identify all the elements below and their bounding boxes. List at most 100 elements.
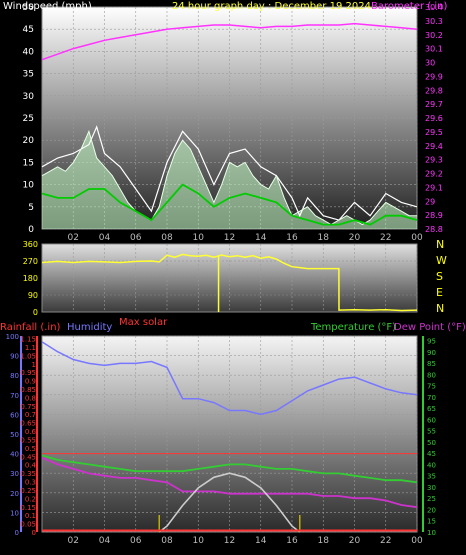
barometer-tick: 28.9 [425, 211, 443, 220]
temp-tick: 60 [427, 416, 436, 424]
rain-tick: 0.2 [25, 495, 36, 503]
wind-ylabel: Windspeed (mph) [3, 1, 92, 12]
rain-tick: 0.9 [25, 378, 36, 386]
rain-tick: 0.55 [20, 436, 36, 444]
temp-tick: 80 [427, 371, 436, 379]
barometer-tick: 29.1 [425, 183, 443, 192]
direction-y-tick: 360 [23, 240, 38, 249]
x-tick-label: 18 [318, 233, 330, 243]
wind-title: 24 hour graph day : December 19 2024 [172, 1, 371, 12]
x-tick-label: 12 [224, 536, 235, 546]
rain-tick: 0.35 [20, 470, 36, 478]
humidity-tick: 90 [10, 353, 19, 361]
rain-tick: 0 [32, 529, 36, 537]
barometer-tick: 30.1 [425, 45, 443, 54]
humidity-label: Humidity [67, 322, 112, 333]
x-tick-label: 16 [286, 536, 298, 546]
barometer-tick: 29 [425, 197, 435, 206]
wind-y-tick: 45 [23, 25, 34, 35]
temp-tick: 20 [427, 506, 436, 514]
barometer-tick: 29.6 [425, 114, 443, 123]
temperature-label: Temperature (°F) [310, 322, 396, 333]
compass-letter: W [436, 254, 447, 267]
compass-letter: S [436, 270, 443, 283]
temp-tick: 40 [427, 461, 436, 469]
rain-tick: 0.7 [25, 411, 36, 419]
barometer-tick: 29.8 [425, 86, 443, 95]
x-tick-label: 08 [161, 233, 173, 243]
humidity-tick: 10 [10, 509, 19, 517]
wind-y-tick: 35 [23, 70, 34, 80]
x-tick-label: 10 [193, 536, 205, 546]
compass-letter: N [436, 238, 444, 251]
temp-tick: 50 [427, 439, 436, 447]
rain-tick: 0.5 [25, 445, 36, 453]
x-tick-label: 04 [99, 536, 111, 546]
wind-y-tick: 20 [23, 136, 35, 146]
x-tick-label: 04 [99, 233, 111, 243]
wind-y-tick: 40 [23, 47, 35, 57]
rain-tick: 0.6 [25, 428, 37, 436]
wind-y-tick: 15 [23, 158, 34, 168]
humidity-tick: 60 [10, 411, 19, 419]
x-tick-label: 02 [68, 233, 79, 243]
wind-y-tick: 0 [28, 225, 34, 235]
x-tick-label: 20 [349, 536, 361, 546]
humidity-tick: 30 [10, 470, 19, 478]
barometer-tick: 28.8 [425, 225, 443, 234]
weather-graph: 02 04 06 08 10 12 14 16 18 20 22 0002 04 06 08 10 12 14 16… [0, 1, 466, 546]
rain-tick: 0.15 [20, 504, 36, 512]
direction-y-tick: 0 [33, 308, 38, 317]
x-tick-label: 08 [161, 536, 173, 546]
x-tick-label: 18 [318, 536, 330, 546]
x-tick-label: 02 [68, 536, 79, 546]
rain-tick: 0.75 [20, 403, 36, 411]
x-tick-label: 12 [224, 233, 235, 243]
wind-y-tick: 10 [23, 181, 35, 191]
wind-y-tick: 30 [23, 92, 35, 102]
barometer-tick: 29.2 [425, 170, 443, 179]
dewpoint-label: Dew Point (°F) [394, 322, 466, 333]
temp-tick: 65 [427, 405, 436, 413]
rain-tick: 0.3 [25, 479, 36, 487]
rain-tick: 0.8 [25, 394, 36, 402]
x-tick-label: 22 [380, 233, 391, 243]
rain-tick: 0.85 [20, 386, 36, 394]
temp-tick: 55 [427, 428, 436, 436]
barometer-tick: 29.5 [425, 128, 443, 137]
max-solar-label: Max solar [119, 317, 168, 328]
x-tick-label: 00 [411, 536, 423, 546]
x-tick-label: 20 [349, 233, 361, 243]
barometer-tick: 29.9 [425, 72, 443, 81]
barometer-tick: 30.2 [425, 31, 443, 40]
barometer-tick: 29.7 [425, 100, 443, 109]
humidity-tick: 0 [15, 529, 19, 537]
x-tick-label: 14 [255, 233, 267, 243]
temp-tick: 15 [427, 518, 436, 526]
rain-tick: 1.05 [20, 352, 36, 360]
rain-tick: 0.95 [20, 369, 36, 377]
direction-y-tick: 270 [23, 257, 38, 266]
temp-tick: 70 [427, 394, 436, 402]
temp-tick: 90 [427, 349, 436, 357]
rain-tick: 1.1 [25, 344, 36, 352]
x-tick-label: 00 [411, 233, 423, 243]
temp-tick: 85 [427, 360, 436, 368]
direction-y-tick: 180 [23, 274, 38, 283]
wind-y-tick: 25 [23, 114, 34, 124]
x-tick-label: 16 [286, 233, 298, 243]
humidity-tick: 100 [6, 333, 19, 341]
temp-tick: 45 [427, 450, 436, 458]
x-tick-label: 14 [255, 536, 267, 546]
temp-tick: 30 [427, 484, 436, 492]
humidity-tick: 50 [10, 431, 19, 439]
x-tick-label: 22 [380, 536, 391, 546]
barometer-label: Barometer (.in) [371, 1, 447, 12]
barometer-tick: 30 [425, 59, 435, 68]
humidity-tick: 70 [10, 392, 19, 400]
barometer-tick: 29.4 [425, 142, 443, 151]
direction-y-tick: 90 [28, 291, 38, 300]
rain-tick: 0.65 [20, 420, 36, 428]
temp-tick: 25 [427, 495, 436, 503]
barometer-tick: 30.3 [425, 17, 443, 26]
